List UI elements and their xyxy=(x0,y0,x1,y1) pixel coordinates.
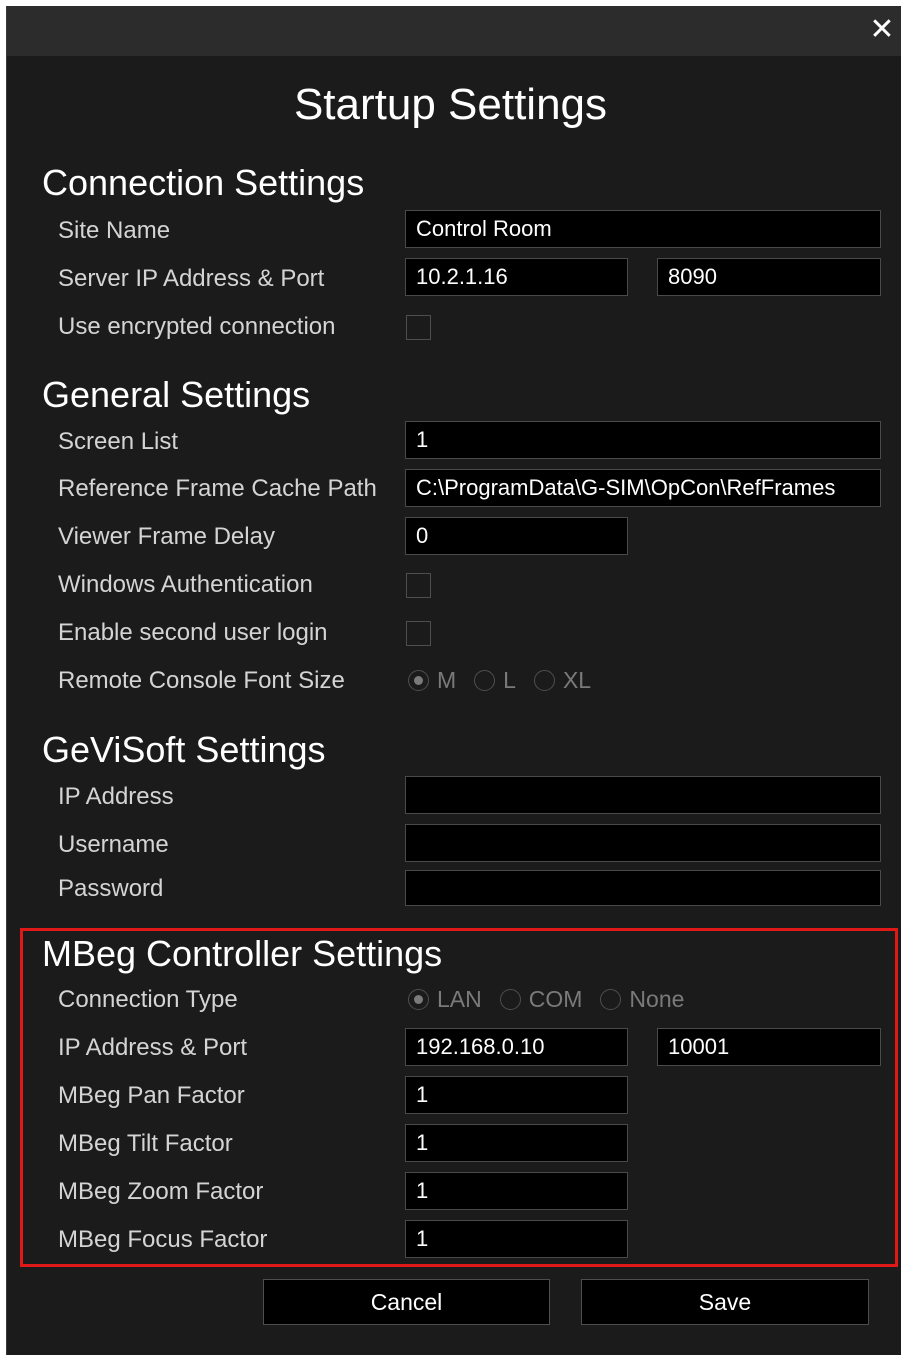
radio-button-icon[interactable] xyxy=(474,669,496,691)
general-settings-heading: General Settings xyxy=(42,374,311,415)
reference-frame-cache-path-label: Reference Frame Cache Path xyxy=(58,475,377,502)
server-ip-port-label: Server IP Address & Port xyxy=(58,265,325,292)
font-size-option-label: L xyxy=(503,666,516,693)
server-port-input[interactable] xyxy=(657,258,881,296)
font-size-option-xl[interactable]: XL xyxy=(533,666,592,694)
server-ip-input[interactable] xyxy=(405,258,628,296)
connection-type-option-none[interactable]: None xyxy=(600,986,684,1013)
mbeg-focus-factor-input[interactable] xyxy=(405,1220,628,1258)
encrypted-connection-label: Use encrypted connection xyxy=(58,313,336,340)
windows-authentication-checkbox[interactable] xyxy=(406,573,431,598)
mbeg-pan-factor-label: MBeg Pan Factor xyxy=(58,1082,245,1109)
connection-type-option-lan[interactable]: LAN xyxy=(408,986,482,1013)
mbeg-zoom-factor-label: MBeg Zoom Factor xyxy=(58,1178,264,1205)
connection-type-option-label: LAN xyxy=(437,985,482,1012)
connection-type-option-com[interactable]: COM xyxy=(499,985,583,1013)
page-title: Startup Settings xyxy=(293,80,608,129)
mbeg-zoom-factor-input[interactable] xyxy=(405,1172,628,1210)
remote-console-font-size-label: Remote Console Font Size xyxy=(58,667,345,694)
mbeg-ip-input[interactable] xyxy=(405,1028,628,1066)
second-user-login-checkbox[interactable] xyxy=(406,621,431,646)
radio-button-icon[interactable] xyxy=(600,988,622,1010)
mbeg-ip-port-label: IP Address & Port xyxy=(58,1034,247,1061)
font-size-option-m[interactable]: M xyxy=(408,667,456,694)
encrypted-connection-checkbox[interactable] xyxy=(406,315,431,340)
gevisoft-ip-address-input[interactable] xyxy=(405,776,881,814)
gevisoft-password-input[interactable] xyxy=(405,870,881,906)
gevisoft-settings-heading: GeViSoft Settings xyxy=(42,729,326,770)
cancel-button[interactable]: Cancel xyxy=(263,1279,550,1325)
connection-type-option-label: COM xyxy=(528,985,583,1012)
font-size-option-label: XL xyxy=(562,666,592,693)
site-name-label: Site Name xyxy=(58,217,171,244)
gevisoft-ip-address-label: IP Address xyxy=(58,783,174,810)
gevisoft-username-input[interactable] xyxy=(405,824,881,862)
radio-button-icon[interactable] xyxy=(408,669,429,691)
gevisoft-password-label: Password xyxy=(58,875,164,902)
title-bar: ✕ xyxy=(7,6,901,56)
radio-button-icon[interactable] xyxy=(408,988,429,1010)
mbeg-pan-factor-input[interactable] xyxy=(405,1076,628,1114)
close-icon[interactable]: ✕ xyxy=(866,14,898,46)
mbeg-controller-settings-heading: MBeg Controller Settings xyxy=(42,933,443,974)
site-name-input[interactable] xyxy=(405,210,881,248)
font-size-option-label: M xyxy=(437,666,457,693)
mbeg-port-input[interactable] xyxy=(657,1028,881,1066)
viewer-frame-delay-input[interactable] xyxy=(405,517,628,555)
connection-settings-heading: Connection Settings xyxy=(42,162,365,203)
gevisoft-username-label: Username xyxy=(58,831,169,858)
save-button[interactable]: Save xyxy=(581,1279,869,1325)
reference-frame-cache-path-input[interactable] xyxy=(405,469,881,507)
second-user-login-label: Enable second user login xyxy=(58,619,328,646)
screen-list-input[interactable] xyxy=(405,421,881,459)
mbeg-focus-factor-label: MBeg Focus Factor xyxy=(58,1226,268,1253)
windows-authentication-label: Windows Authentication xyxy=(58,571,313,598)
font-size-radio-group: M L XL xyxy=(408,665,609,695)
radio-button-icon[interactable] xyxy=(499,988,521,1010)
radio-button-icon[interactable] xyxy=(533,669,555,691)
mbeg-tilt-factor-label: MBeg Tilt Factor xyxy=(58,1130,233,1157)
viewer-frame-delay-label: Viewer Frame Delay xyxy=(58,523,275,550)
connection-type-option-label: None xyxy=(629,985,685,1012)
connection-type-label: Connection Type xyxy=(58,986,238,1013)
connection-type-radio-group: LAN COM None xyxy=(408,984,702,1014)
mbeg-tilt-factor-input[interactable] xyxy=(405,1124,628,1162)
font-size-option-l[interactable]: L xyxy=(474,667,516,694)
screen-list-label: Screen List xyxy=(58,428,179,455)
